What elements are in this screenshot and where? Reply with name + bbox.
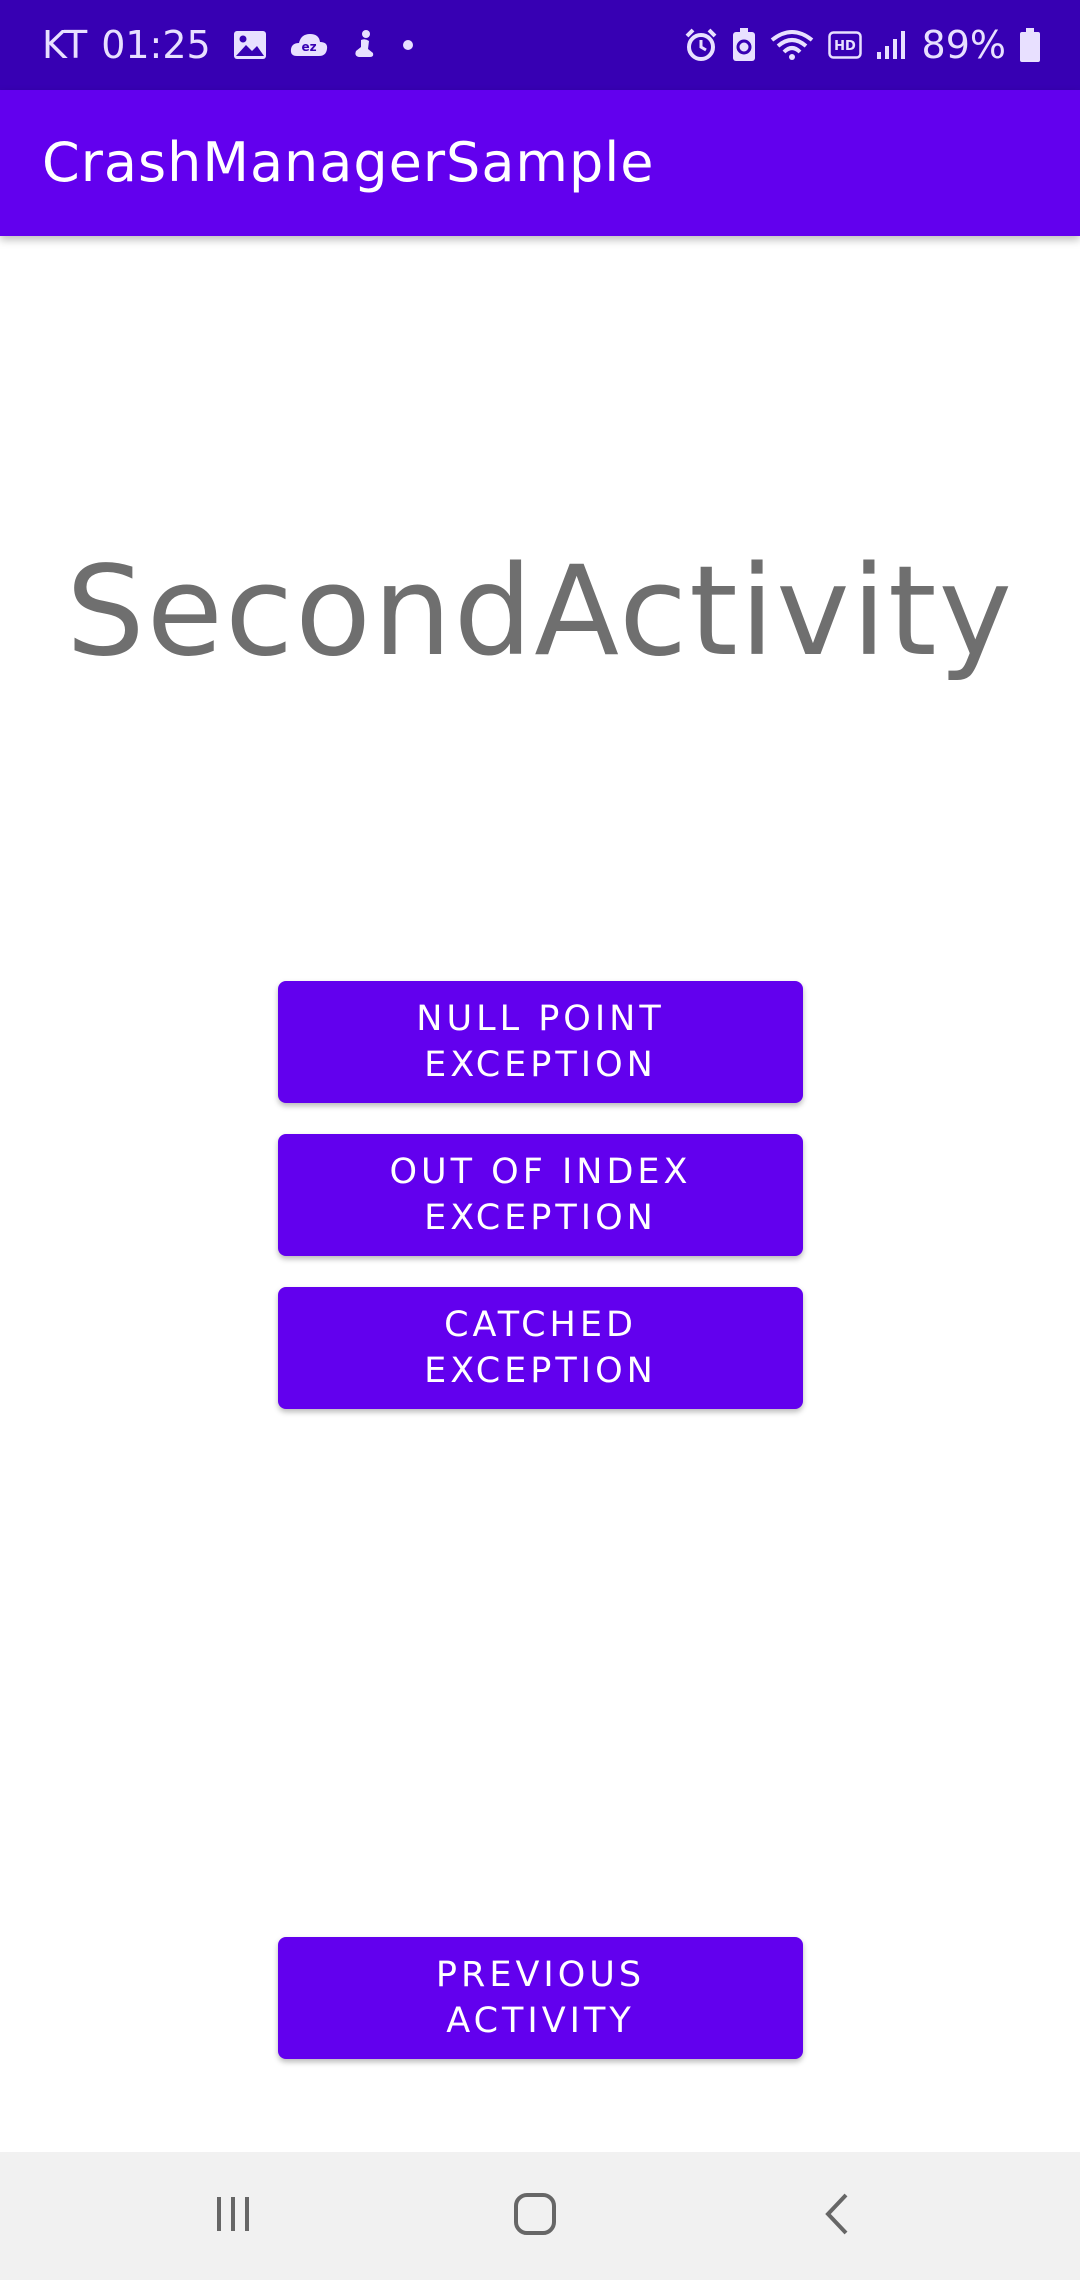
app-title: CrashManagerSample — [42, 131, 655, 194]
button-label-line2: EXCEPTION — [424, 1198, 657, 1238]
button-label-line1: NULL POINT — [416, 999, 665, 1039]
out-of-index-exception-button[interactable]: OUT OF INDEX EXCEPTION — [278, 1134, 803, 1256]
ez-cloud-icon: ez — [289, 30, 329, 60]
battery-icon — [1020, 28, 1040, 62]
home-button[interactable] — [475, 2152, 595, 2280]
back-icon — [822, 2192, 852, 2240]
null-point-exception-button[interactable]: NULL POINT EXCEPTION — [278, 981, 803, 1103]
hd-label: HD — [834, 39, 856, 54]
activity-heading: SecondActivity — [65, 540, 1015, 684]
previous-activity-button[interactable]: PREVIOUS ACTIVITY — [278, 1937, 803, 2059]
home-icon — [513, 2192, 557, 2240]
status-bar: KT 01:25 ez HD 89% — [0, 0, 1080, 90]
gallery-icon — [233, 30, 267, 60]
catched-exception-button[interactable]: CATCHED EXCEPTION — [278, 1287, 803, 1409]
ez-label: ez — [301, 40, 316, 54]
back-button[interactable] — [777, 2152, 897, 2280]
button-label-line1: PREVIOUS — [435, 1955, 646, 1995]
hd-icon: HD — [827, 31, 862, 59]
recents-button[interactable] — [173, 2152, 293, 2280]
signal-icon — [876, 30, 908, 60]
button-label-line2: EXCEPTION — [424, 1351, 657, 1391]
carrier-label: KT — [42, 23, 88, 67]
accessibility-icon — [351, 29, 379, 61]
alarm-icon — [684, 28, 718, 62]
button-label-line1: OUT OF INDEX — [389, 1152, 692, 1192]
notification-dot-icon — [401, 38, 415, 52]
navigation-bar — [0, 2152, 1080, 2280]
button-label-line1: CATCHED — [444, 1305, 637, 1345]
button-label-line2: EXCEPTION — [424, 1045, 657, 1085]
recents-icon — [213, 2194, 253, 2238]
battery-saver-icon — [732, 28, 756, 62]
battery-percentage: 89% — [921, 23, 1006, 67]
app-bar: CrashManagerSample — [0, 90, 1080, 236]
status-right: HD 89% — [684, 0, 1040, 90]
button-label-line2: ACTIVITY — [446, 2001, 635, 2041]
status-left: KT 01:25 ez — [42, 0, 415, 90]
screen: KT 01:25 ez HD 89% CrashManagerSample Se… — [0, 0, 1080, 2280]
wifi-icon — [770, 28, 814, 62]
clock: 01:25 — [101, 23, 211, 67]
